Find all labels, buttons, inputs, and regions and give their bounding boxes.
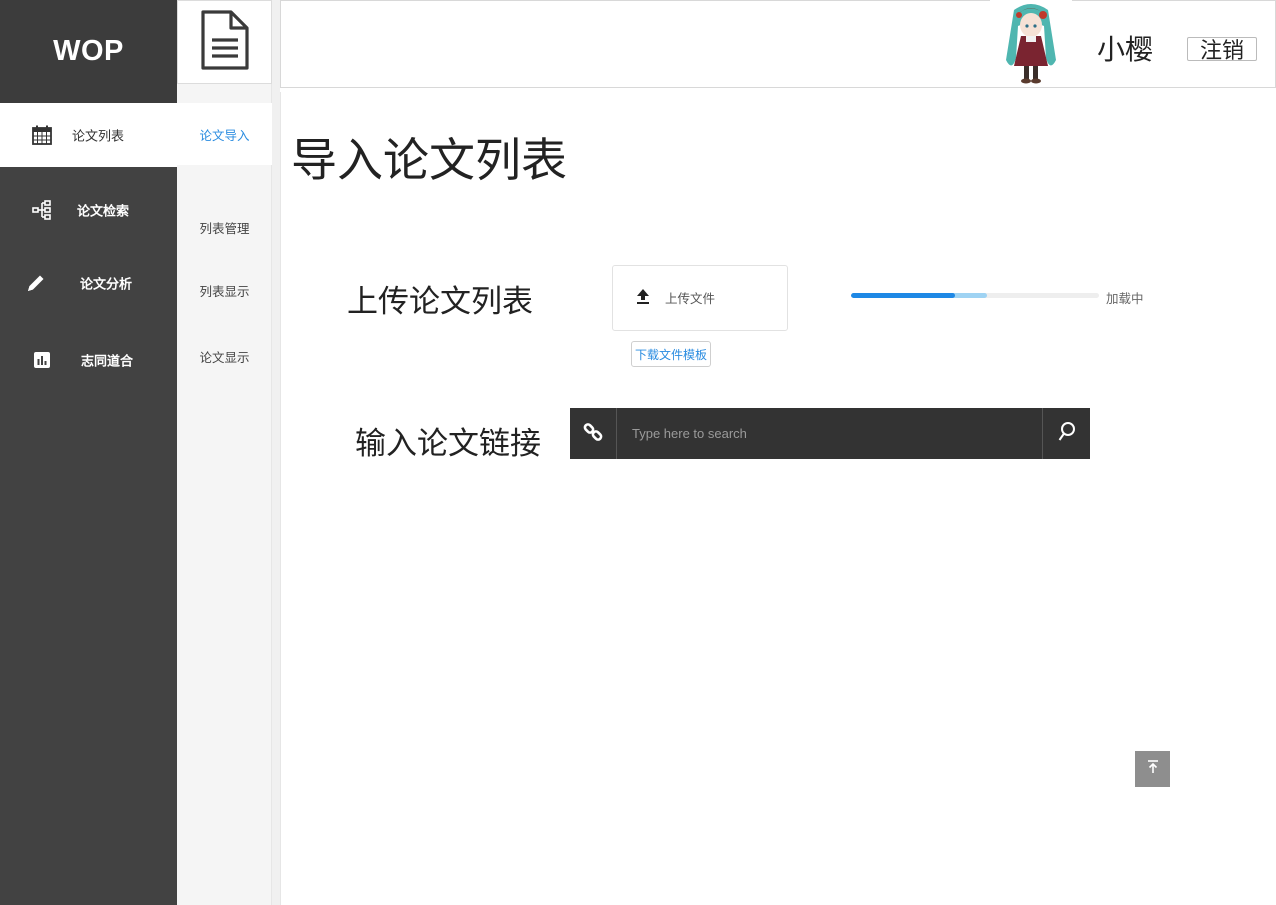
tab-paper-display[interactable]: 论文显示 [177, 325, 272, 387]
sidebar-item-paper-search[interactable]: 论文检索 [0, 178, 177, 242]
main-content [280, 92, 1276, 905]
search-icon [1057, 421, 1077, 447]
upload-icon [635, 287, 651, 305]
back-to-top-button[interactable] [1135, 751, 1170, 787]
tab-list-management[interactable]: 列表管理 [177, 196, 272, 258]
tab-paper-import[interactable]: 论文导入 [177, 103, 272, 165]
sidebar-item-label: 论文检索 [77, 204, 130, 220]
upload-section-label: 上传论文列表 [347, 284, 533, 320]
sidebar-item-label: 论文列表 [72, 129, 125, 145]
sidebar-item-paper-analysis[interactable]: 论文分析 [0, 251, 177, 315]
paper-link-input[interactable] [617, 408, 1042, 459]
upload-progress-bar [851, 293, 1099, 298]
download-template-link[interactable]: 下载文件模板 [631, 341, 711, 367]
paper-link-search-bar [570, 408, 1090, 459]
app-logo[interactable]: WOP [0, 0, 177, 103]
username: 小樱 [1097, 33, 1154, 66]
sidebar-item-paper-list[interactable]: 论文列表 [0, 103, 177, 167]
search-button[interactable] [1042, 408, 1090, 459]
link-button[interactable] [570, 408, 617, 459]
pencil-icon [24, 271, 48, 295]
sidebar-item-like-minded[interactable]: 志同道合 [0, 328, 177, 392]
tree-icon [30, 198, 54, 222]
page-title: 导入论文列表 [291, 133, 567, 187]
document-icon [199, 9, 251, 75]
progress-status-text: 加载中 [1106, 291, 1144, 306]
avatar[interactable] [990, 0, 1072, 86]
arrow-up-to-top-icon [1145, 759, 1161, 779]
calendar-icon [30, 123, 54, 147]
sidebar-item-label: 志同道合 [81, 354, 134, 370]
link-icon [582, 421, 604, 447]
column-divider [272, 0, 280, 905]
document-icon-box [177, 0, 272, 84]
upload-file-label: 上传文件 [665, 291, 716, 306]
upload-file-button[interactable]: 上传文件 [612, 265, 788, 331]
link-section-label: 输入论文链接 [355, 426, 541, 462]
tab-list-display[interactable]: 列表显示 [177, 259, 272, 321]
bar-chart-icon [30, 348, 54, 372]
progress-value [851, 293, 956, 298]
logout-button[interactable]: 注销 [1187, 37, 1257, 64]
sidebar-item-label: 论文分析 [80, 277, 133, 293]
